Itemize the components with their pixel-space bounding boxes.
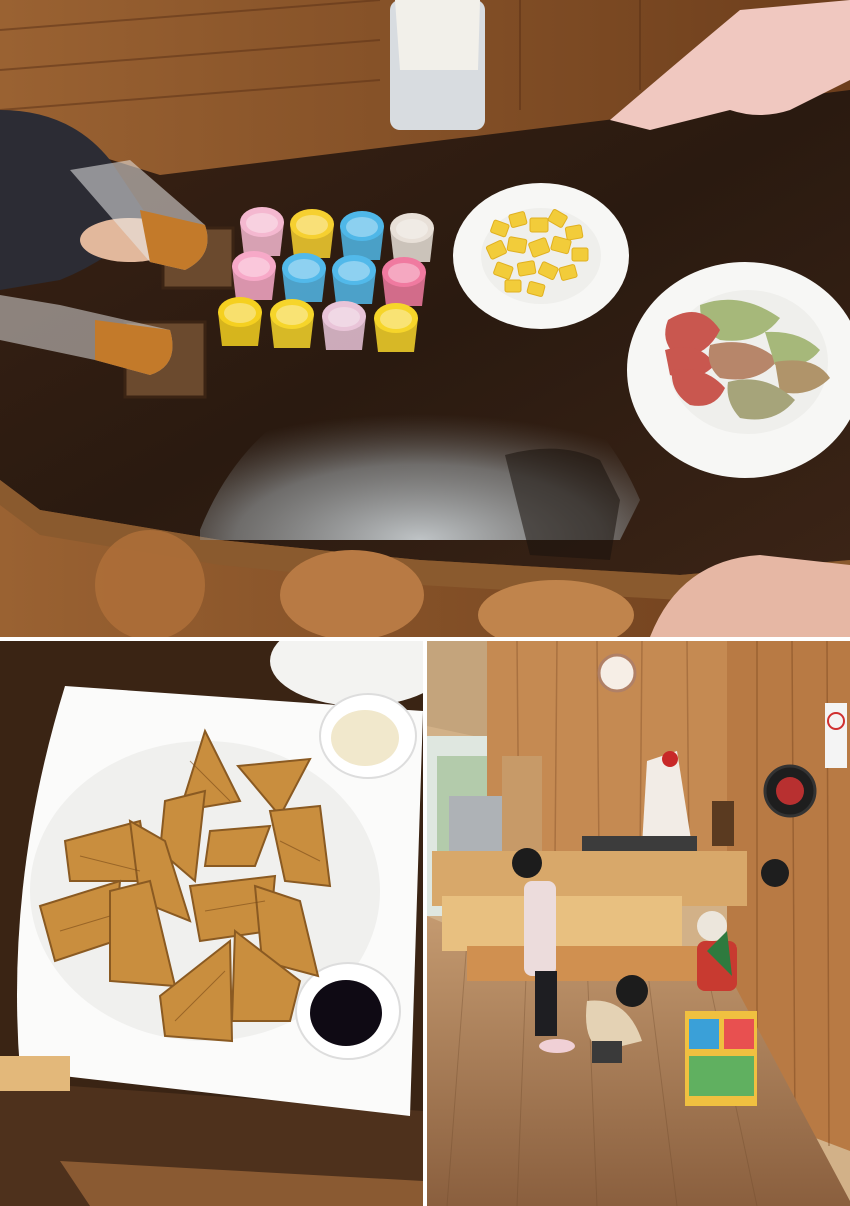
counter-tray	[582, 836, 697, 851]
photo-lobby-kids	[427, 641, 850, 1206]
photo-table-snacks	[0, 0, 850, 637]
coffee-machine	[449, 796, 507, 851]
cup	[332, 255, 376, 304]
counter-base	[467, 946, 737, 981]
cup	[240, 207, 284, 256]
cup	[374, 303, 418, 352]
counter-front	[442, 896, 682, 951]
cup	[270, 299, 314, 348]
stool-left	[280, 550, 424, 637]
cup	[282, 253, 326, 302]
wooden-board	[502, 756, 542, 851]
packet	[0, 1056, 70, 1091]
waffle-scene	[0, 641, 423, 1206]
dartboard-bottom	[761, 859, 789, 887]
lobby-scene	[427, 641, 850, 1206]
cup	[322, 301, 366, 350]
cup	[218, 297, 262, 346]
cup	[390, 213, 434, 262]
cup	[340, 211, 384, 260]
condensed-milk	[331, 710, 399, 766]
stool-far-left	[95, 530, 205, 637]
child-top-shirt	[395, 0, 480, 70]
cup	[232, 251, 276, 300]
wall-clock	[597, 653, 637, 693]
cup	[382, 257, 426, 306]
photo-waffles	[0, 641, 423, 1206]
cup	[290, 209, 334, 258]
ceiling	[427, 641, 497, 741]
chocolate-sauce	[310, 980, 382, 1046]
lantern	[712, 801, 734, 846]
pineapple-plate	[453, 183, 629, 329]
activity-cube-toy	[685, 1011, 757, 1106]
table-scene	[0, 0, 850, 637]
